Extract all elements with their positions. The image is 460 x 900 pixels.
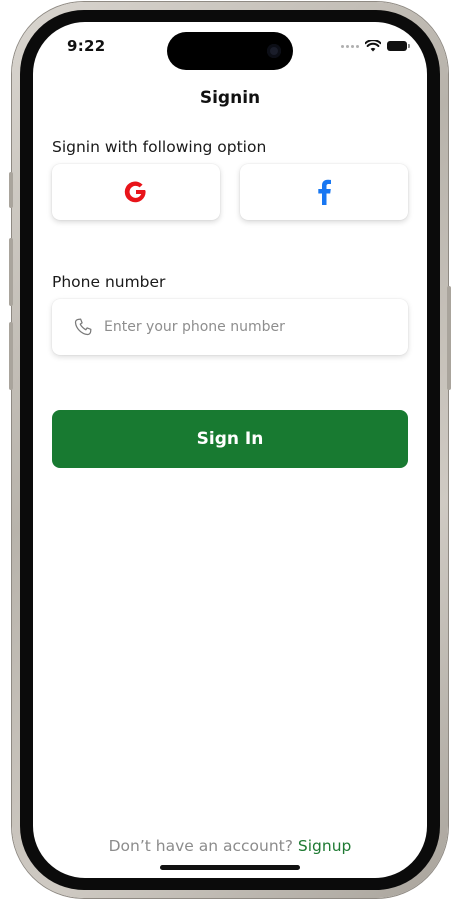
device-volume-up-button xyxy=(9,238,13,306)
device-volume-down-button xyxy=(9,322,13,390)
status-time: 9:22 xyxy=(67,37,106,55)
home-indicator[interactable] xyxy=(160,865,300,870)
sign-in-button[interactable]: Sign In xyxy=(52,410,408,468)
phone-number-input[interactable] xyxy=(102,318,386,336)
dynamic-island xyxy=(167,32,293,70)
google-signin-button[interactable] xyxy=(52,164,220,220)
social-signin-label: Signin with following option xyxy=(52,138,267,156)
phone-icon xyxy=(72,316,94,338)
phone-number-field[interactable] xyxy=(52,299,408,355)
google-g-icon xyxy=(124,181,146,203)
signup-link[interactable]: Signup xyxy=(298,837,351,855)
status-indicators xyxy=(341,40,410,52)
facebook-signin-button[interactable] xyxy=(240,164,408,220)
facebook-f-icon xyxy=(318,179,331,205)
camera-icon xyxy=(267,44,281,58)
app-screen: 9:22 Signin Signin with following option… xyxy=(33,22,427,878)
signup-prompt: Don’t have an account? Signup xyxy=(33,837,427,855)
phone-number-label: Phone number xyxy=(52,273,166,291)
cellular-signal-icon xyxy=(341,44,359,48)
signup-prompt-text: Don’t have an account? xyxy=(108,837,293,855)
page-title: Signin xyxy=(199,88,261,108)
device-power-button xyxy=(447,286,451,390)
battery-icon xyxy=(387,41,410,51)
wifi-icon xyxy=(365,40,381,52)
device-action-button xyxy=(9,172,13,208)
